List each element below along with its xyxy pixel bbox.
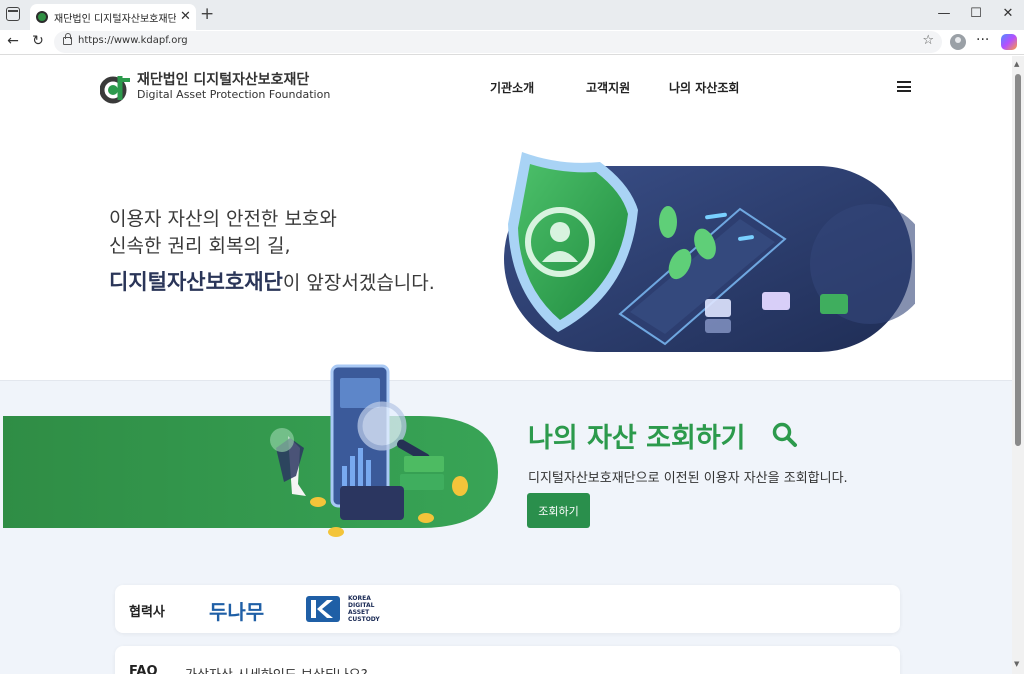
browser-toolbar: ← ↻ https://www.kdapf.org ☆ ··· <box>0 30 1024 55</box>
logo-english-name[interactable]: Digital Asset Protection Foundation <box>137 88 330 101</box>
web-page: 재단법인 디지털자산보호재단 Digital Asset Protection … <box>0 56 1012 674</box>
faq-question[interactable]: 가상자산 시세하인도 보상되나요? <box>185 664 368 674</box>
nav-my-assets[interactable]: 나의 자산조회 <box>669 79 739 96</box>
asset-lookup-button[interactable]: 조회하기 <box>527 493 590 528</box>
nav-about[interactable]: 기관소개 <box>490 79 534 96</box>
minimize-button[interactable]: — <box>934 6 954 21</box>
scroll-up-arrow-icon[interactable]: ▲ <box>1014 60 1019 68</box>
faq-card: FAQ 가상자산 시세하인도 보상되나요? <box>115 646 900 674</box>
address-bar[interactable]: https://www.kdapf.org ☆ <box>54 31 942 53</box>
logo-korean-name[interactable]: 재단법인 디지털자산보호재단 <box>137 69 309 89</box>
copilot-icon[interactable] <box>1001 34 1017 50</box>
asset-lookup-description: 디지털자산보호재단으로 이전된 이용자 자산을 조회합니다. <box>528 471 848 486</box>
more-menu-icon[interactable]: ··· <box>976 32 989 48</box>
kdac-logo-icon[interactable] <box>305 595 341 623</box>
close-window-button[interactable]: ✕ <box>998 6 1018 21</box>
partners-label: 협력사 <box>129 605 165 620</box>
hero-shield-phone-illustration <box>504 152 915 352</box>
dunamu-logo[interactable]: 두나무 <box>209 596 264 625</box>
back-arrow-icon[interactable]: ← <box>4 33 22 49</box>
lock-icon <box>63 33 72 45</box>
tab-actions-icon[interactable] <box>6 7 20 21</box>
partners-card: 협력사 두나무 KOREA DIGITAL ASSET CUSTODY <box>115 585 900 633</box>
faq-label: FAQ <box>129 664 158 674</box>
hero-foundation-name: 디지털자산보호재단 <box>109 270 283 294</box>
reload-icon[interactable]: ↻ <box>29 33 47 49</box>
maximize-button[interactable]: ☐ <box>966 6 986 21</box>
hero-line-3: 디지털자산보호재단이 앞장서겠습니다. <box>109 266 435 296</box>
kdac-logo-text[interactable]: KOREA DIGITAL ASSET CUSTODY <box>348 595 380 623</box>
favicon-icon <box>36 11 48 23</box>
browser-tab[interactable]: 재단법인 디지털자산보호재단(DA ✕ <box>30 4 196 30</box>
hero-line-1: 이용자 자산의 안전한 보호와 <box>109 208 337 230</box>
nav-support[interactable]: 고객지원 <box>586 79 630 96</box>
hero-line-3-rest: 이 앞장서겠습니다. <box>282 272 435 294</box>
profile-avatar-icon[interactable] <box>950 34 966 50</box>
asset-lookup-title: 나의 자산 조회하기 <box>528 423 746 454</box>
search-icon <box>772 422 797 447</box>
page-scrollbar[interactable]: ▲ ▼ <box>1012 56 1024 674</box>
browser-tab-bar: 재단법인 디지털자산보호재단(DA ✕ + — ☐ ✕ <box>0 0 1024 30</box>
scroll-down-arrow-icon[interactable]: ▼ <box>1014 660 1019 668</box>
tab-close-icon[interactable]: ✕ <box>180 9 191 24</box>
scrollbar-thumb[interactable] <box>1015 74 1021 446</box>
favorite-star-icon[interactable]: ☆ <box>922 33 934 48</box>
hero-line-2: 신속한 권리 회복의 길, <box>109 235 291 257</box>
hamburger-menu-icon[interactable] <box>897 81 911 92</box>
foundation-logo-icon[interactable] <box>100 72 132 104</box>
tab-title: 재단법인 디지털자산보호재단(DA <box>54 14 176 25</box>
url-text[interactable]: https://www.kdapf.org <box>78 35 188 46</box>
asset-lookup-illustration <box>3 364 498 537</box>
new-tab-button[interactable]: + <box>200 4 214 24</box>
